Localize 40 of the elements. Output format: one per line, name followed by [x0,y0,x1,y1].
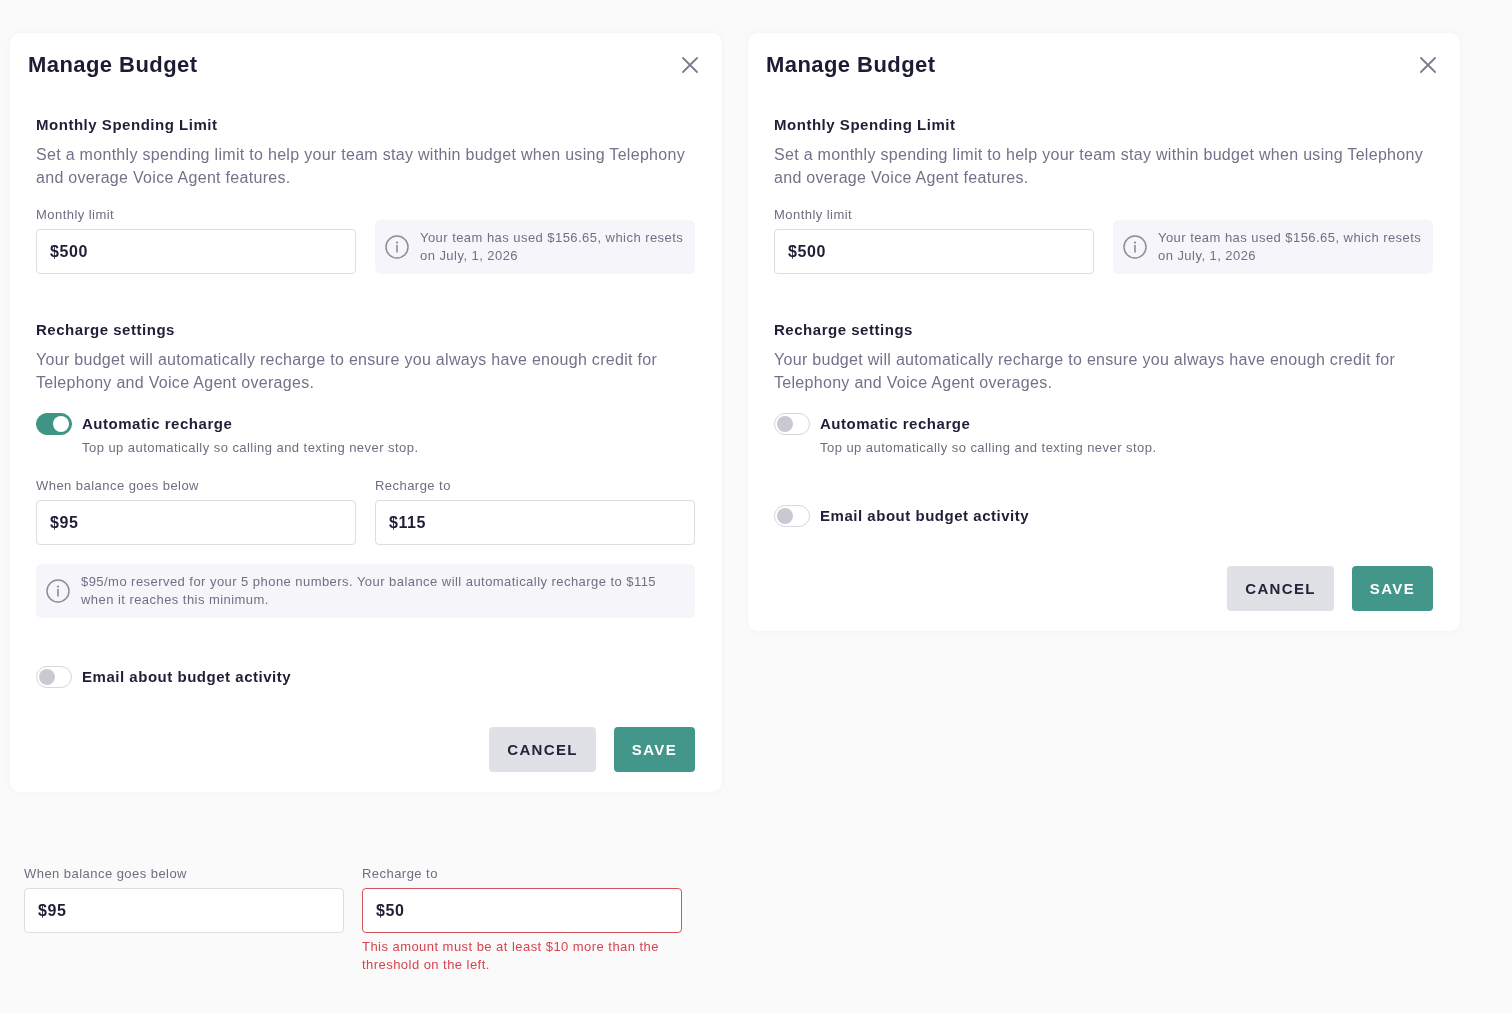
input-field[interactable]: $115 [375,500,695,545]
toggle-label: Email about budget activity [820,506,1030,526]
toggle-label: Automatic recharge [820,414,972,434]
close-icon[interactable] [682,57,698,73]
info-text: Your team has used $156.65, which resets on July, 1, 2026 [420,229,685,265]
section-description: Your budget will automatically recharge to ensure you always have enough credit for Telephony and Voice Agent overages. [774,350,1397,393]
input-field[interactable]: $500 [36,229,356,274]
field-label: Monthly limit [774,207,854,223]
section-heading: Recharge settings [774,320,914,340]
cancel-button[interactable]: CANCEL [489,727,596,772]
dialog-title: Manage Budget [28,51,198,79]
field-label: When balance goes below [24,866,188,882]
info-icon [1123,235,1147,259]
toggle-hint: Top up automatically so calling and texting never stop. [82,439,419,457]
cancel-button[interactable]: CANCEL [1227,566,1334,611]
input-field[interactable]: $500 [774,229,1094,274]
field-label: Recharge to [375,478,452,494]
section-heading: Recharge settings [36,320,176,340]
section-heading: Monthly Spending Limit [774,115,957,135]
close-icon[interactable] [1420,57,1436,73]
info-text: $95/mo reserved for your 5 phone numbers. Your balance will automatically recharge to $115 when it reaches this minimum. [81,573,658,609]
section-heading: Monthly Spending Limit [36,115,219,135]
info-icon [46,579,70,603]
section-description: Set a monthly spending limit to help your team stay within budget when using Telephony and overage Voice Agent features. [36,145,686,188]
info-text: Your team has used $156.65, which resets on July, 1, 2026 [1158,229,1423,265]
toggle-label: Automatic recharge [82,414,234,434]
field-label: Monthly limit [36,207,116,223]
toggle-switch[interactable] [36,413,72,435]
dialog-title: Manage Budget [766,51,936,79]
input-field[interactable]: $95 [36,500,356,545]
field-label: When balance goes below [36,478,200,494]
section-description: Set a monthly spending limit to help your team stay within budget when using Telephony and overage Voice Agent features. [774,145,1424,188]
field-label: Recharge to [362,866,439,882]
input-field[interactable]: $95 [24,888,344,933]
toggle-label: Email about budget activity [82,667,292,687]
error-message: This amount must be at least $10 more than the threshold on the left. [362,938,660,974]
toggle-hint: Top up automatically so calling and texting never stop. [820,439,1157,457]
input-field[interactable]: $50 [362,888,682,933]
section-description: Your budget will automatically recharge to ensure you always have enough credit for Telephony and Voice Agent overages. [36,350,659,393]
info-icon [385,235,409,259]
